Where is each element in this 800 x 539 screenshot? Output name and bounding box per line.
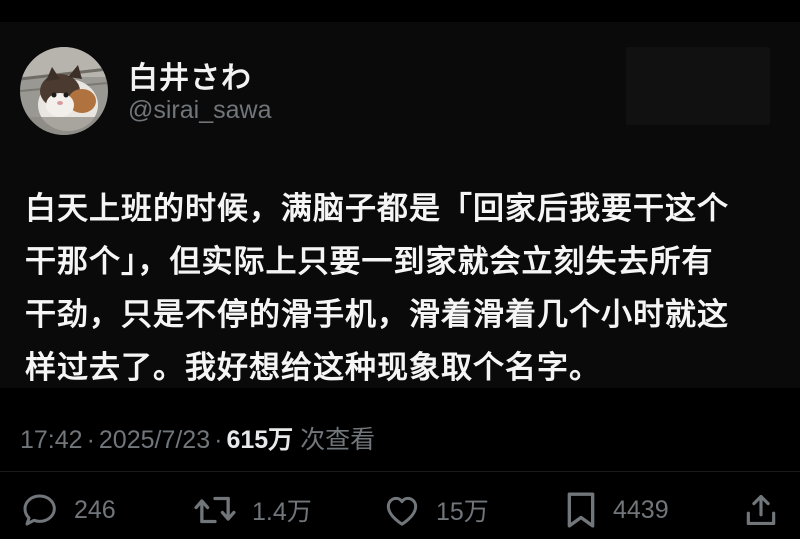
share-upload-icon: [746, 494, 776, 526]
author-display-name[interactable]: 白井さわ: [128, 53, 252, 97]
post-time[interactable]: 17:42: [20, 426, 83, 454]
reply-button[interactable]: 246: [20, 488, 116, 532]
tweet-card: 白井さわ @sirai_sawa 白天上班的时候，满脑子都是「回家后我要干这个 …: [0, 0, 800, 539]
like-button[interactable]: 15万: [382, 488, 489, 532]
meta-separator: ·: [214, 426, 223, 454]
post-date[interactable]: 2025/7/23: [99, 426, 210, 454]
bookmark-count: 4439: [613, 495, 669, 524]
tweet-text-line: 干劲，只是不停的滑手机，滑着滑着几个小时就这: [25, 297, 729, 333]
tweet-text-line: 干那个」，但实际上只要一到家就会立刻失去所有: [25, 244, 714, 280]
meta-separator: ·: [86, 426, 95, 454]
views-label: 次查看: [300, 426, 376, 454]
speech-bubble-icon: [23, 494, 56, 526]
divider: [0, 471, 800, 472]
bookmark-icon: [567, 492, 595, 528]
views-count: 615万: [226, 426, 294, 454]
heart-icon: [386, 496, 418, 526]
tweet-text-line: 白天上班的时候，满脑子都是「回家后我要干这个: [25, 191, 729, 227]
tweet-text-line: 样过去了。我好想给这种现象取个名字。: [25, 350, 601, 386]
bookmark-button[interactable]: 4439: [563, 488, 669, 532]
tweet-text: 白天上班的时候，满脑子都是「回家后我要干这个 干那个」，但实际上只要一到家就会立…: [25, 183, 785, 395]
reply-count: 246: [74, 495, 116, 524]
retweet-count: 1.4万: [252, 498, 312, 526]
author-handle[interactable]: @sirai_sawa: [128, 96, 271, 125]
avatar[interactable]: [20, 47, 108, 135]
avatar-cat-image: [20, 47, 108, 135]
retweet-button[interactable]: 1.4万: [192, 488, 312, 532]
like-count: 15万: [436, 498, 489, 526]
tweet-meta: 17:42 · 2025/7/23 · 615万 次查看: [20, 420, 375, 456]
action-bar: 246 1.4万 15万 4439: [0, 488, 800, 532]
redacted-area: [626, 47, 770, 125]
share-button[interactable]: [742, 488, 780, 532]
retweet-arrows-icon: [194, 496, 236, 524]
